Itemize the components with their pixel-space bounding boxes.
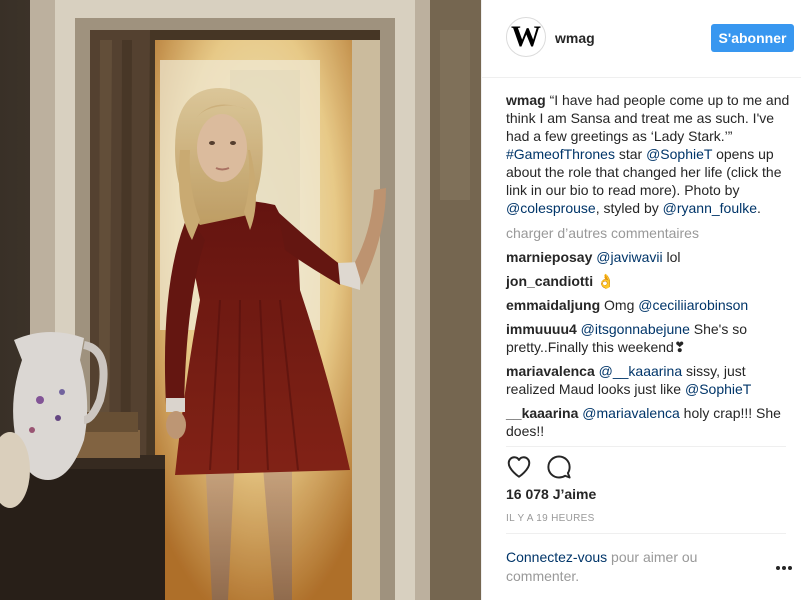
actions-divider (506, 446, 786, 447)
mention-link[interactable]: @SophieT (685, 381, 751, 397)
caption-text-part: “I have had people come up to me and thi… (506, 92, 790, 144)
mention-link[interactable]: @__kaaarina (599, 363, 683, 379)
comment-item: __kaaarina @mariavalenca holy crap!!! Sh… (506, 404, 798, 440)
comment-text: lol (662, 249, 681, 265)
comment-item: jon_candiotti 👌 (506, 272, 798, 290)
comment-username[interactable]: mariavalenca (506, 363, 595, 379)
post-timestamp: IL Y A 19 HEURES (506, 513, 595, 524)
comment-item: emmaidaljung Omg @ceciliiarobinson (506, 296, 798, 314)
mention-link[interactable]: @colesprouse (506, 200, 596, 216)
comment-item: mariavalenca @__kaaarina sissy, just rea… (506, 362, 798, 398)
post-photo (0, 0, 481, 600)
heart-outline-icon[interactable] (506, 454, 532, 480)
caption-username[interactable]: wmag (506, 92, 546, 108)
load-more-comments-link[interactable]: charger d’autres commentaires (506, 224, 798, 242)
caption-text-part: , styled by (595, 200, 663, 216)
comment-username[interactable]: emmaidaljung (506, 297, 600, 313)
comment-item: marnieposay @javiwavii lol (506, 248, 798, 266)
login-link[interactable]: Connectez-vous (506, 549, 607, 565)
caption-text: “I have had people come up to me and thi… (506, 92, 789, 216)
follow-button[interactable]: S'abonner (711, 24, 794, 52)
comment-username[interactable]: __kaaarina (506, 405, 578, 421)
hashtag-link[interactable]: #GameofThrones (506, 146, 615, 162)
avatar-letter: W (511, 20, 541, 53)
action-bar (506, 454, 572, 480)
photo-illustration (0, 0, 481, 600)
ellipsis-icon[interactable] (775, 565, 793, 571)
mention-link[interactable]: @SophieT (646, 146, 712, 162)
caption-text-part: . (757, 200, 761, 216)
caption-text-part: star (614, 146, 647, 162)
avatar[interactable]: W (506, 17, 546, 57)
mention-link[interactable]: @ryann_foulke (663, 200, 757, 216)
comment-text: Omg (604, 297, 639, 313)
header-username[interactable]: wmag (555, 30, 595, 46)
ok-hand-emoji: 👌 (597, 273, 615, 289)
footer-divider (506, 533, 786, 534)
post-sidebar: W wmag S'abonner wmag “I have had people… (481, 0, 801, 600)
comment-username[interactable]: immuuuu4 (506, 321, 577, 337)
comment-item: immuuuu4 @itsgonnabejune She's so pretty… (506, 320, 798, 356)
mention-link[interactable]: @ceciliiarobinson (638, 297, 748, 313)
likes-count[interactable]: 16 078 J’aime (506, 486, 596, 502)
login-prompt: Connectez-vous pour aimer ou commenter. (506, 548, 736, 586)
comment-username[interactable]: jon_candiotti (506, 273, 593, 289)
comment-username[interactable]: marnieposay (506, 249, 592, 265)
speech-bubble-icon[interactable] (546, 454, 572, 480)
mention-link[interactable]: @mariavalenca (582, 405, 679, 421)
mention-link[interactable]: @javiwavii (596, 249, 662, 265)
comments-section: wmag “I have had people come up to me an… (506, 91, 798, 446)
caption: wmag “I have had people come up to me an… (506, 91, 798, 217)
mention-link[interactable]: @itsgonnabejune (581, 321, 690, 337)
post-header: W wmag S'abonner (482, 0, 801, 78)
